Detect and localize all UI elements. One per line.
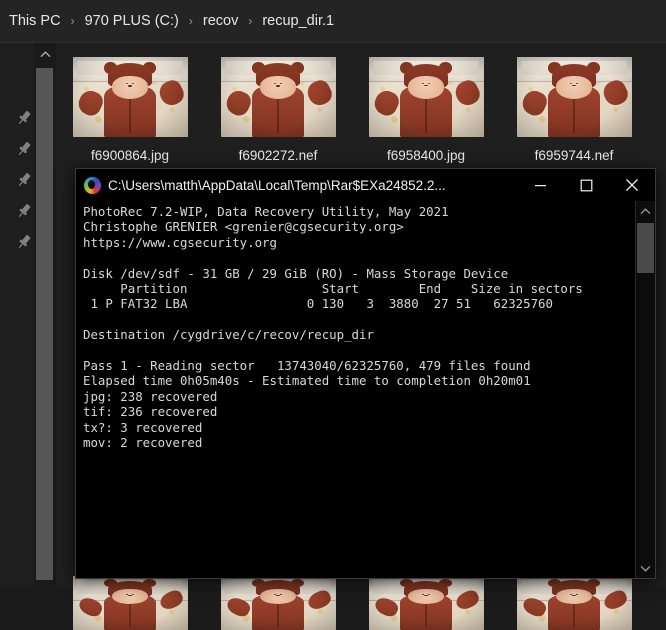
minimize-button[interactable]: [517, 169, 563, 201]
maximize-button[interactable]: [563, 169, 609, 201]
terminal-title-label: C:\Users\matth\AppData\Local\Temp\Rar$EX…: [108, 177, 446, 193]
explorer-scrollbar[interactable]: [34, 43, 56, 587]
breadcrumb-separator-icon: ›: [70, 14, 75, 28]
file-thumbnail[interactable]: [220, 57, 336, 137]
terminal-output-text: PhotoRec 7.2-WIP, Data Recovery Utility,…: [83, 204, 583, 451]
scroll-up-button[interactable]: [636, 201, 655, 221]
file-thumbnail[interactable]: [72, 576, 188, 630]
file-thumbnail[interactable]: [516, 576, 632, 630]
minimize-icon: [534, 184, 546, 186]
pin-icon[interactable]: [14, 232, 34, 252]
scrollbar-thumb[interactable]: [637, 223, 654, 273]
file-name-label: f6958400.jpg: [386, 148, 466, 163]
file-thumbnail[interactable]: [516, 57, 632, 137]
photorec-terminal-window: C:\Users\matth\AppData\Local\Temp\Rar$EX…: [75, 168, 656, 579]
file-name-label: f6900864.jpg: [90, 148, 170, 163]
photorec-eye-icon: [84, 176, 101, 194]
terminal-scrollbar[interactable]: [635, 201, 655, 578]
chevron-up-icon: [39, 50, 51, 57]
breadcrumb-item-recov[interactable]: recov: [199, 11, 242, 31]
breadcrumb-separator-icon: ›: [188, 14, 193, 28]
navigation-rail: [0, 43, 34, 587]
breadcrumb: › This PC › 970 PLUS (C:) › recov › recu…: [0, 0, 666, 43]
file-item[interactable]: f6959744.nef: [500, 43, 648, 163]
file-name-label: f6959744.nef: [534, 148, 614, 163]
maximize-icon: [580, 179, 592, 191]
terminal-body[interactable]: PhotoRec 7.2-WIP, Data Recovery Utility,…: [76, 201, 655, 578]
pin-icon[interactable]: [14, 201, 34, 221]
file-item[interactable]: f6902272.nef: [204, 43, 352, 163]
close-button[interactable]: [609, 169, 655, 201]
file-name-label: f6902272.nef: [238, 148, 318, 163]
pin-icon[interactable]: [14, 108, 34, 128]
file-thumbnail[interactable]: [368, 576, 484, 630]
breadcrumb-item-this-pc[interactable]: This PC: [5, 11, 65, 31]
breadcrumb-separator-icon: ›: [248, 14, 253, 28]
terminal-title-bar[interactable]: C:\Users\matth\AppData\Local\Temp\Rar$EX…: [76, 169, 655, 201]
file-item[interactable]: f6900864.jpg: [56, 43, 204, 163]
file-thumbnail[interactable]: [368, 57, 484, 137]
chevron-down-icon: [640, 565, 651, 572]
file-item[interactable]: f6958400.jpg: [352, 43, 500, 163]
pin-icon[interactable]: [14, 170, 34, 190]
scroll-down-button[interactable]: [636, 558, 655, 578]
breadcrumb-item-drive[interactable]: 970 PLUS (C:): [81, 11, 183, 31]
file-thumbnail[interactable]: [72, 57, 188, 137]
close-icon: [626, 179, 638, 191]
breadcrumb-item-recup-dir[interactable]: recup_dir.1: [258, 11, 338, 31]
chevron-up-icon: [640, 207, 651, 214]
thumbnail-grid: f6900864.jpg f6902272.nef f6958400.jpg f…: [56, 43, 666, 163]
pin-icon[interactable]: [14, 139, 34, 159]
file-thumbnail[interactable]: [220, 576, 336, 630]
scroll-up-button[interactable]: [34, 43, 56, 65]
scrollbar-thumb[interactable]: [36, 68, 53, 580]
